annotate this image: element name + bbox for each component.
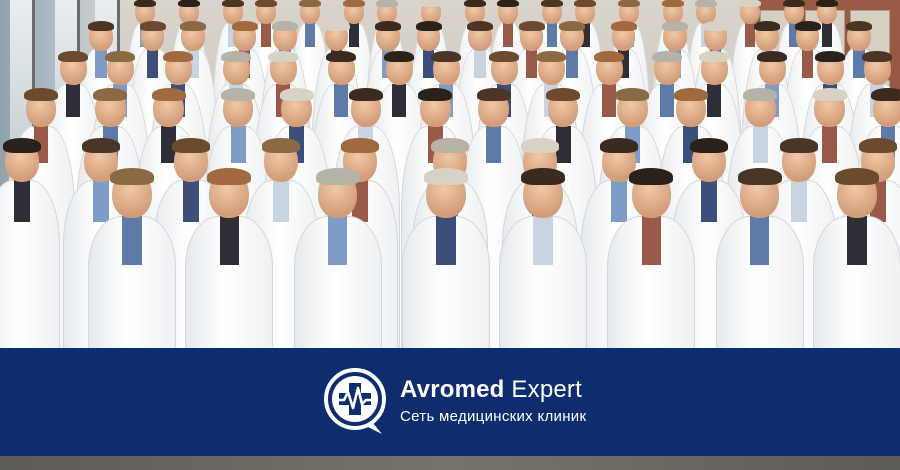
doctor <box>813 167 900 348</box>
brand-name: Avromed Expert <box>400 376 582 404</box>
brand-banner: Avromed Expert Сеть медицинских клиник <box>0 348 900 456</box>
heartbeat-cross-icon <box>324 368 386 434</box>
brand-name-light: Expert <box>511 376 582 403</box>
doctor <box>88 167 176 348</box>
floor-strip <box>0 456 900 470</box>
doctor <box>0 138 60 348</box>
brand-tagline: Сеть медицинских клиник <box>400 408 587 425</box>
doctor <box>293 167 382 348</box>
group-photo <box>0 0 900 348</box>
doctor <box>499 167 588 348</box>
ad-banner: Avromed Expert Сеть медицинских клиник <box>0 0 900 470</box>
doctor <box>607 167 696 348</box>
doctor <box>401 167 490 348</box>
doctor <box>715 167 804 348</box>
doctor <box>185 167 274 348</box>
brand-name-bold: Avromed <box>400 376 505 403</box>
